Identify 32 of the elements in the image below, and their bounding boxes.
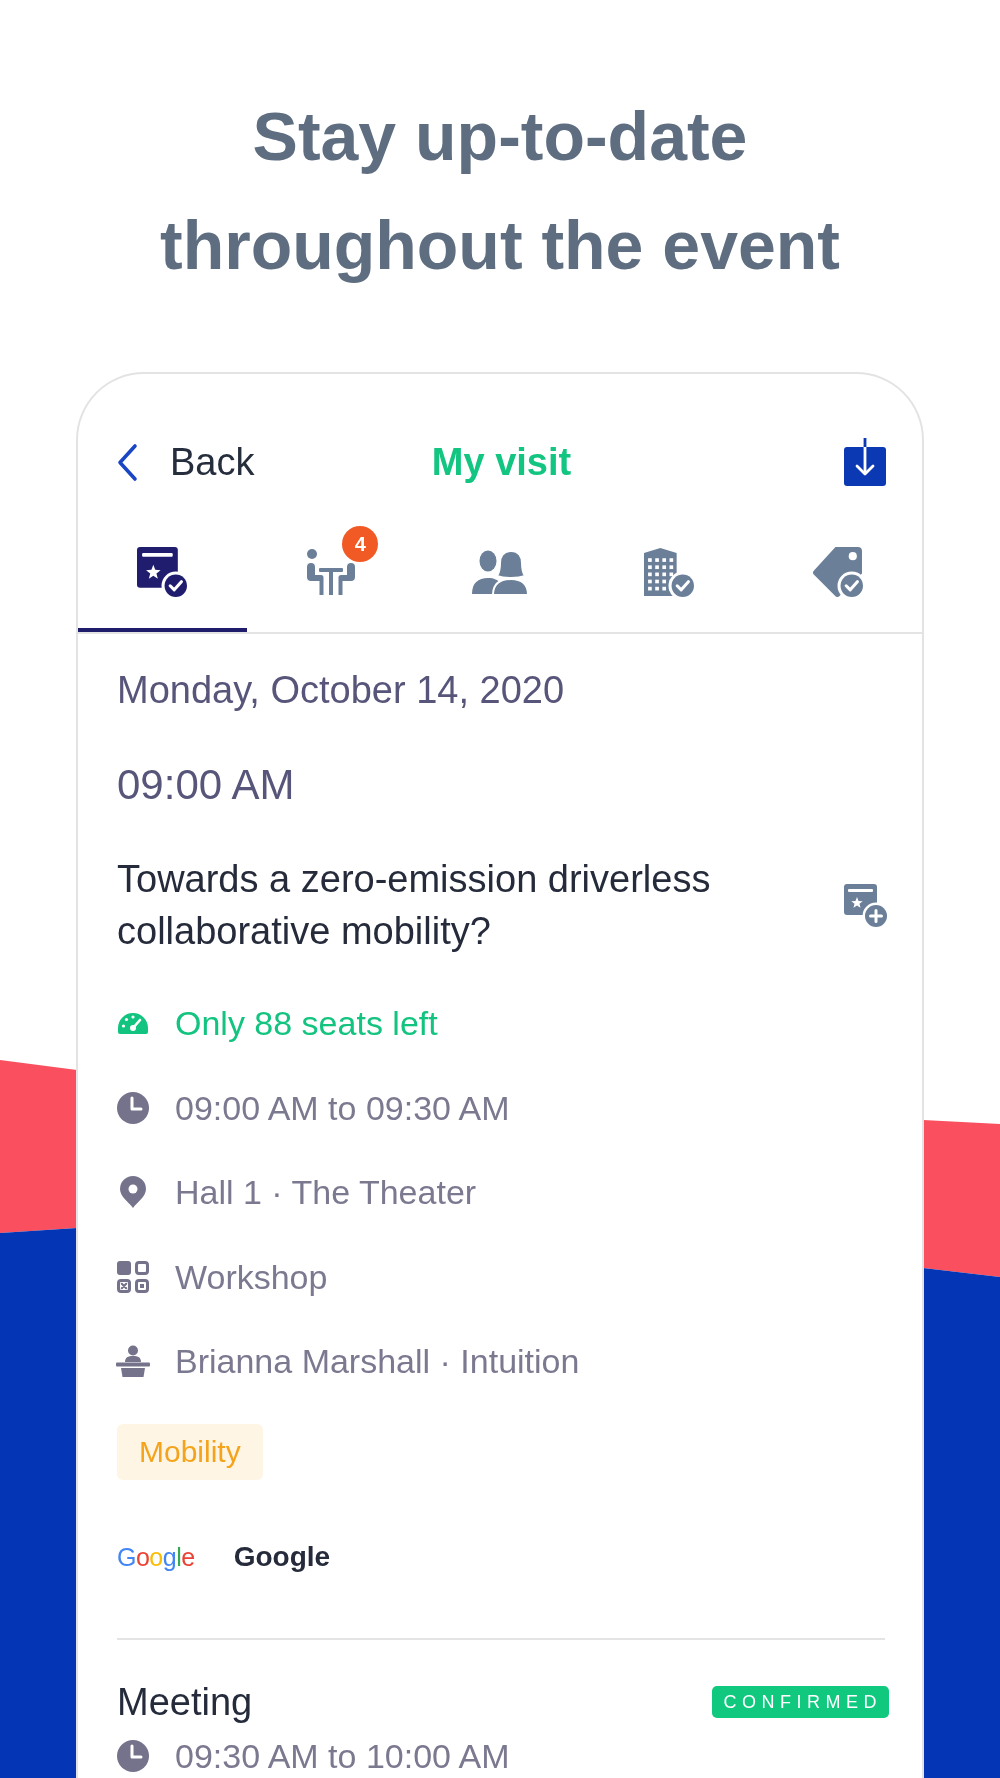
download-icon[interactable]: [844, 438, 886, 486]
sponsor-name: Google: [233, 1540, 331, 1574]
seats-left-text: Only 88 seats left: [175, 1003, 438, 1044]
topic-tag: Mobility: [117, 1424, 263, 1480]
status-badge: CONFIRMED: [711, 1686, 889, 1718]
speaker-text: Brianna Marshall · Intuition: [175, 1341, 580, 1382]
gauge-icon: [117, 1012, 149, 1034]
tag-check-icon: [812, 547, 863, 597]
map-pin-icon: [120, 1176, 146, 1208]
session-title: Towards a zero-emission driverless collaborative mobility?: [117, 857, 712, 954]
calendar-check-icon: [137, 547, 188, 597]
speaker-podium-icon: [116, 1345, 150, 1377]
clock-icon: [117, 1091, 149, 1124]
back-button[interactable]: Back: [117, 440, 255, 484]
time-range-text: 09:30 AM to 10:00 AM: [175, 1736, 510, 1776]
chevron-left-icon: [117, 442, 138, 482]
location-text: Hall 1 · The Theater: [175, 1172, 477, 1213]
calendar-add-icon[interactable]: [844, 883, 887, 927]
building-check-icon: [643, 547, 694, 597]
screen-title: My visit: [431, 440, 572, 484]
meeting-table-icon: [306, 549, 357, 595]
page-headline: Stay up-to-date throughout the event: [159, 97, 841, 285]
session-type-text: Workshop: [175, 1256, 328, 1298]
meeting-title: Meeting: [117, 1680, 253, 1724]
people-icon: [472, 550, 528, 594]
time-heading: 09:00 AM: [117, 760, 296, 810]
count-badge: 4: [342, 526, 379, 562]
time-range-text: 09:00 AM to 09:30 AM: [175, 1087, 510, 1129]
company-logo: Google: [117, 1542, 195, 1572]
clock-icon: [117, 1740, 149, 1772]
date-heading: Monday, October 14, 2020: [117, 668, 566, 713]
category-grid-icon: [117, 1260, 149, 1293]
